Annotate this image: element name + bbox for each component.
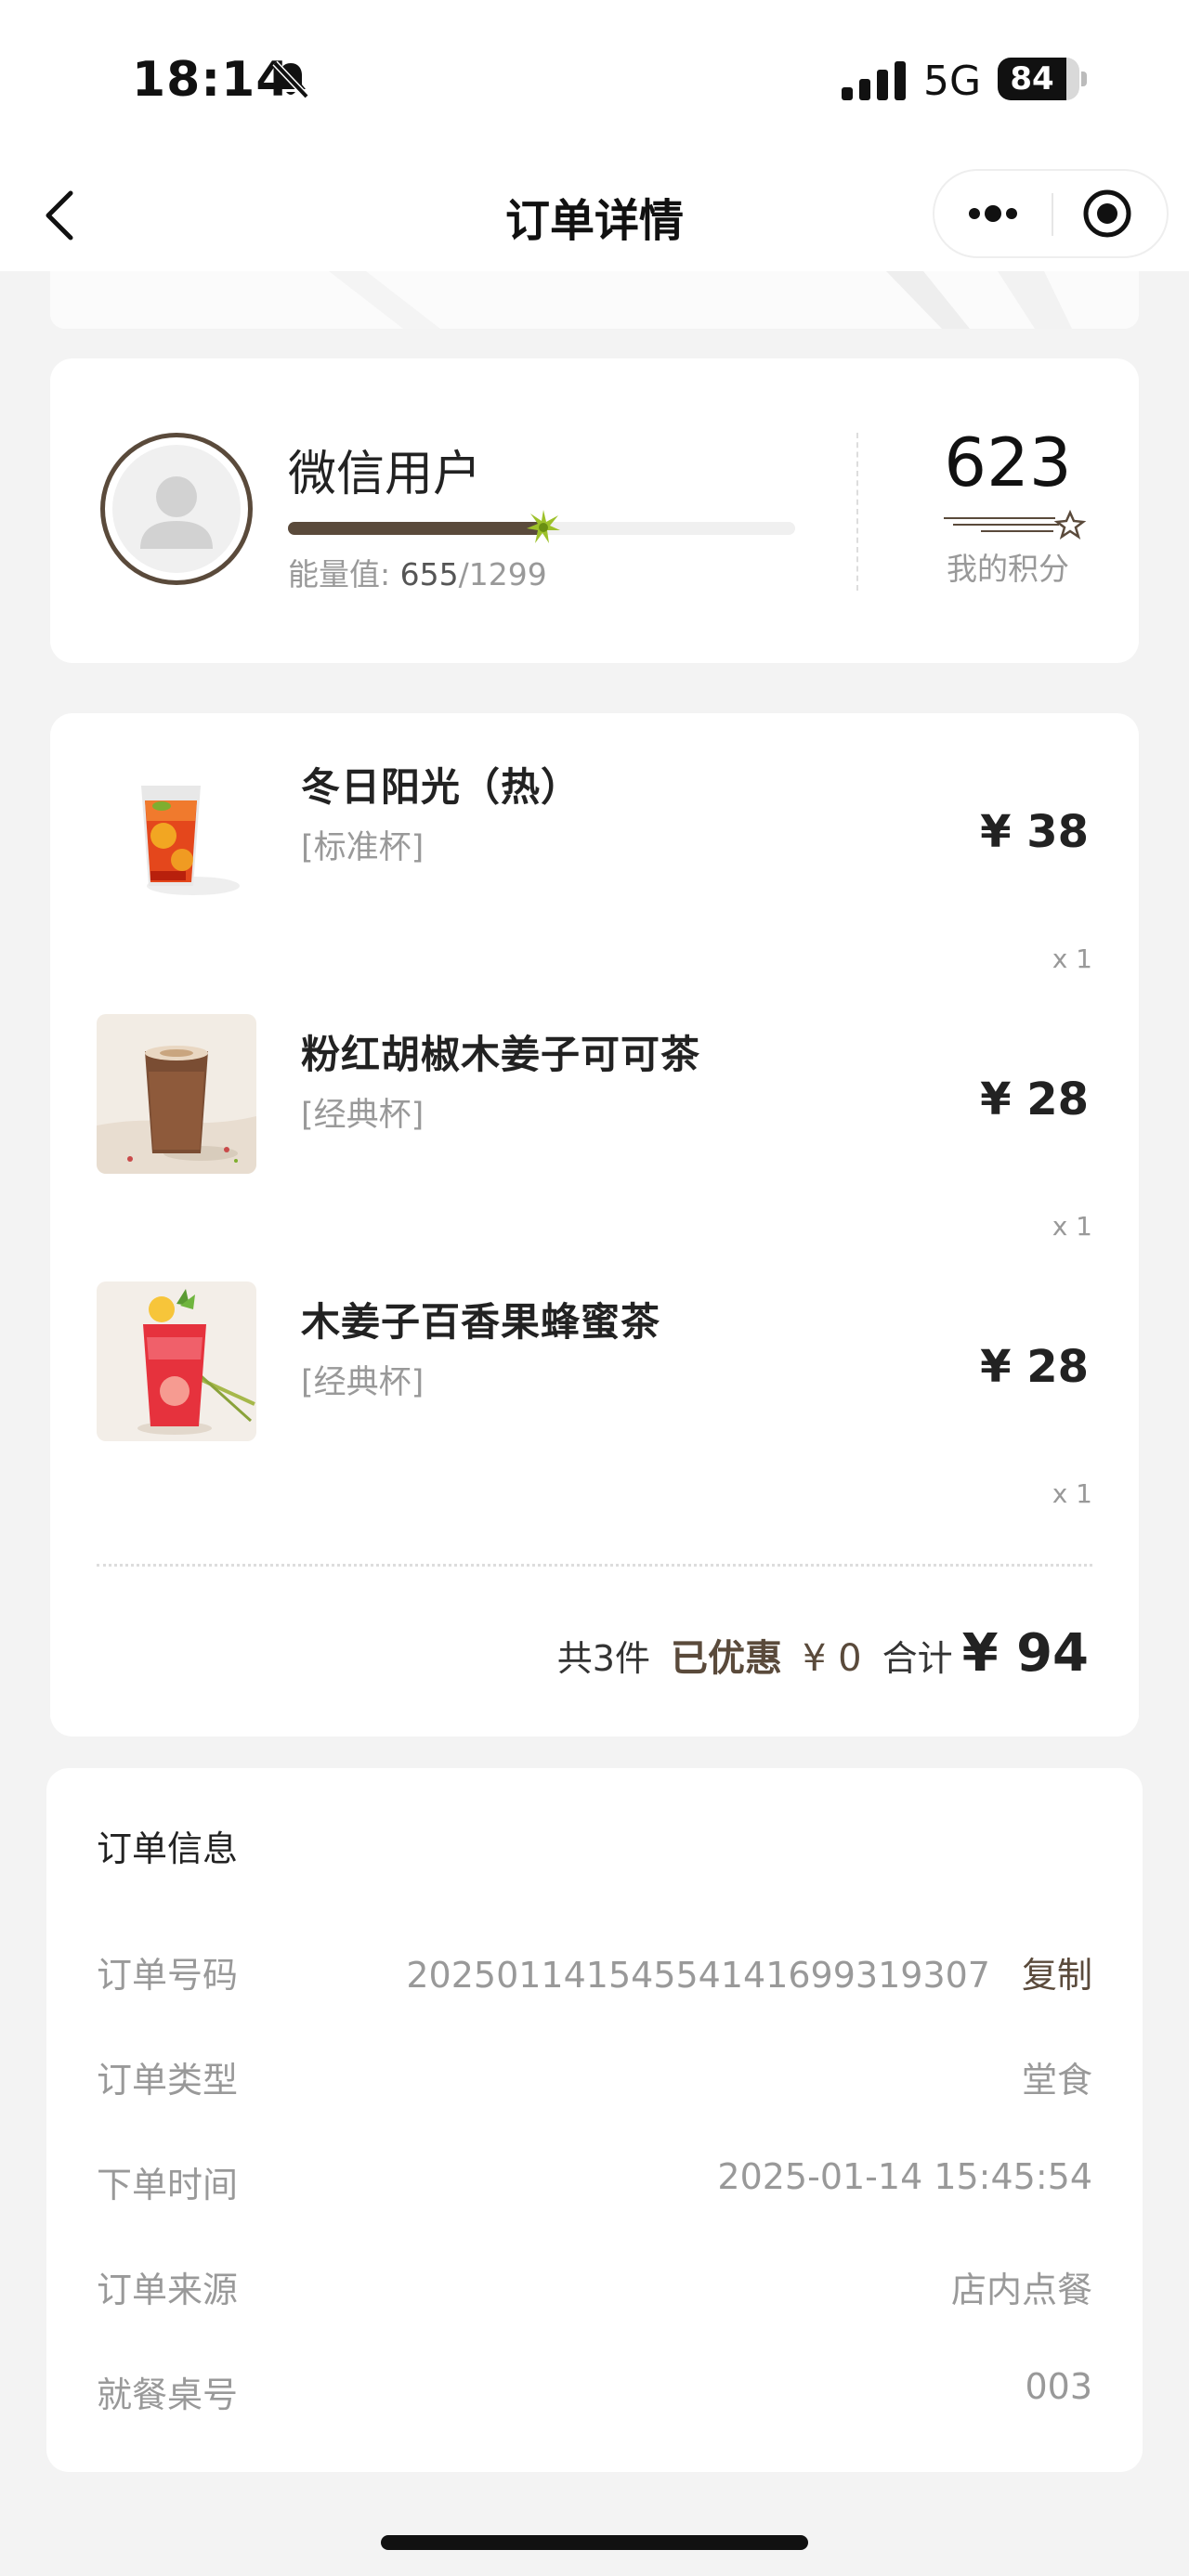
energy-total: /1299 <box>458 556 547 592</box>
mini-program-capsule <box>933 169 1169 258</box>
item-name: 粉红胡椒木姜子可可茶 <box>301 1032 701 1077</box>
energy-progress-bar <box>288 510 795 543</box>
more-dots-icon[interactable] <box>934 171 1052 256</box>
info-label: 订单号码 <box>97 1955 239 1996</box>
nav-bar: 订单详情 <box>0 158 1189 271</box>
iced-tea-drink-icon <box>97 747 256 906</box>
info-value: 003 <box>1025 2366 1092 2407</box>
info-label: 订单类型 <box>97 2060 239 2101</box>
status-bar: 18:14 5G 84 <box>0 0 1189 158</box>
order-number-value: 20250114154554141699319307 复制 <box>406 1946 1092 1997</box>
info-value: 店内点餐 <box>950 2270 1092 2310</box>
close-target-icon[interactable] <box>1053 171 1167 256</box>
points-label: 我的积分 <box>947 551 1069 587</box>
order-item[interactable]: 粉红胡椒木姜子可可茶 [经典杯] ¥ 28 x 1 <box>50 981 1139 1248</box>
points-value[interactable]: 623 <box>903 423 1113 501</box>
info-value: 2025-01-14 15:45:54 <box>717 2156 1092 2197</box>
order-summary: 共3件 已优惠 ¥ 0 合计 ¥ 94 <box>557 1623 1089 1688</box>
banner-image <box>50 271 1139 329</box>
item-price: ¥ 38 <box>980 806 1089 858</box>
energy-current: 655 <box>399 556 459 592</box>
network-type: 5G <box>923 58 982 105</box>
user-name: 微信用户 <box>288 447 482 502</box>
divider <box>856 433 858 591</box>
item-quantity: x 1 <box>1052 1478 1092 1509</box>
avatar[interactable] <box>100 433 253 585</box>
home-indicator <box>381 2535 808 2550</box>
total-label: 合计 <box>882 1638 953 1679</box>
item-count: 共3件 <box>556 1638 650 1679</box>
item-price: ¥ 28 <box>980 1073 1089 1125</box>
points-star-decoration-icon <box>944 509 1087 540</box>
divider <box>97 1564 1092 1567</box>
info-value: 堂食 <box>1021 2060 1092 2101</box>
fruit-tea-drink-icon <box>97 1281 256 1441</box>
order-item[interactable]: 冬日阳光（热） [标准杯] ¥ 38 x 1 <box>50 713 1139 981</box>
info-label: 下单时间 <box>97 2165 239 2205</box>
item-name: 木姜子百香果蜂蜜茶 <box>301 1299 661 1345</box>
order-number: 20250114154554141699319307 <box>406 1955 990 1996</box>
info-row-table-number: 就餐桌号 003 <box>97 2366 1092 2422</box>
cocoa-drink-icon <box>97 1014 256 1174</box>
user-placeholder-icon <box>140 476 213 549</box>
discount-label: 已优惠 <box>670 1637 782 1680</box>
item-spec: [经典杯] <box>301 1364 425 1401</box>
member-card: 微信用户 能量值: 655/1299 623 我的积分 <box>50 358 1139 663</box>
info-label: 就餐桌号 <box>97 2374 239 2415</box>
item-quantity: x 1 <box>1052 1211 1092 1242</box>
info-label: 订单来源 <box>97 2270 239 2310</box>
info-row-order-source: 订单来源 店内点餐 <box>97 2261 1092 2317</box>
item-spec: [经典杯] <box>301 1097 425 1134</box>
signal-icon <box>842 61 906 100</box>
battery-level: 84 <box>1010 60 1054 98</box>
order-info-card: 订单信息 订单号码 20250114154554141699319307 复制 订… <box>46 1768 1143 2472</box>
status-time: 18:14 <box>132 52 291 108</box>
item-price: ¥ 28 <box>980 1341 1089 1393</box>
sparkle-icon <box>527 510 561 543</box>
energy-value: 能量值: 655/1299 <box>288 550 547 594</box>
order-info-title: 订单信息 <box>97 1828 239 1869</box>
info-row-order-type: 订单类型 堂食 <box>97 2051 1092 2107</box>
discount-amount: ¥ 0 <box>802 1637 862 1680</box>
item-quantity: x 1 <box>1052 943 1092 974</box>
energy-label: 能量值: <box>288 556 391 592</box>
info-row-order-number: 订单号码 20250114154554141699319307 复制 <box>97 1946 1092 2002</box>
copy-button[interactable]: 复制 <box>1022 1955 1092 1996</box>
battery-icon: 84 <box>998 58 1087 100</box>
total-amount: ¥ 94 <box>961 1623 1089 1684</box>
info-row-order-time: 下单时间 2025-01-14 15:45:54 <box>97 2156 1092 2212</box>
bell-muted-icon <box>272 60 309 99</box>
energy-progress-fill <box>288 522 544 535</box>
order-items-card: 冬日阳光（热） [标准杯] ¥ 38 x 1 粉红胡椒木姜子可可茶 [经典杯] … <box>50 713 1139 1737</box>
order-item[interactable]: 木姜子百香果蜂蜜茶 [经典杯] ¥ 28 x 1 <box>50 1248 1139 1516</box>
item-name: 冬日阳光（热） <box>301 764 581 810</box>
item-spec: [标准杯] <box>301 829 425 866</box>
